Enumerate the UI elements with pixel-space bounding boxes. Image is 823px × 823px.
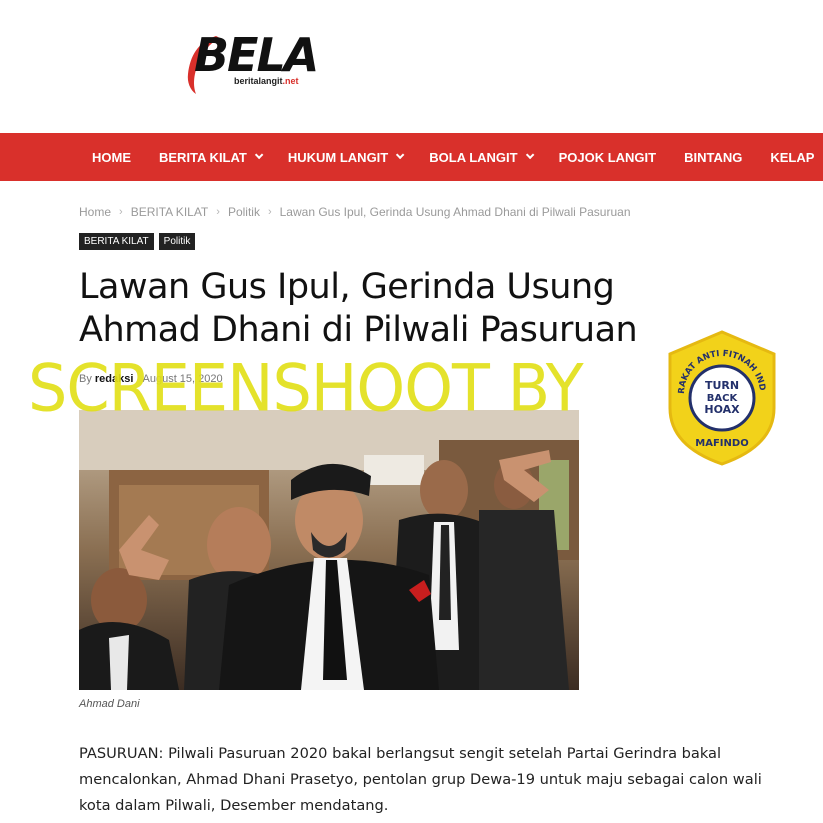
nav-item-berita-kilat[interactable]: BERITA KILAT bbox=[159, 149, 264, 165]
category-tag[interactable]: Politik bbox=[158, 233, 196, 250]
badge-line1: TURN bbox=[705, 379, 739, 392]
image-caption: Ahmad Dani bbox=[79, 698, 140, 710]
main-navbar: HOME BERITA KILAT HUKUM LANGIT BOLA LANGIT P… bbox=[0, 133, 823, 181]
breadcrumb-item[interactable]: Home bbox=[79, 205, 111, 219]
chevron-down-icon bbox=[525, 150, 534, 160]
article-image bbox=[79, 410, 579, 690]
nav-item-label: HOME bbox=[92, 149, 131, 165]
nav-item-label: POJOK LANGIT bbox=[558, 149, 657, 165]
logo-wordmark: BELA bbox=[194, 28, 319, 82]
nav-item-label: KELAP bbox=[770, 149, 815, 165]
nav-item-bola-langit[interactable]: BOLA LANGIT bbox=[429, 149, 534, 165]
breadcrumb-separator-icon: › bbox=[216, 206, 220, 218]
chevron-down-icon bbox=[254, 150, 264, 160]
nav-item-home[interactable]: HOME bbox=[92, 150, 131, 165]
breadcrumb-separator-icon: › bbox=[119, 206, 123, 218]
breadcrumb-item[interactable]: BERITA KILAT bbox=[131, 205, 209, 219]
breadcrumb-separator-icon: › bbox=[267, 206, 272, 218]
badge-line3: HOAX bbox=[704, 403, 740, 416]
nav-item-label: HUKUM LANGIT bbox=[287, 149, 389, 165]
nav-item-label: BERITA KILAT bbox=[159, 149, 247, 165]
badge-bottom: MAFINDO bbox=[695, 438, 748, 449]
nav-item-hukum-langit[interactable]: HUKUM LANGIT bbox=[287, 149, 405, 165]
nav-list: HOME BERITA KILAT HUKUM LANGIT BOLA LANGIT P… bbox=[92, 133, 823, 181]
chevron-down-icon bbox=[396, 150, 405, 160]
breadcrumb-item[interactable]: Politik bbox=[228, 205, 260, 219]
nav-item-label: BINTANG bbox=[684, 149, 743, 165]
article-body: PASURUAN: Pilwali Pasuruan 2020 bakal be… bbox=[79, 745, 762, 814]
article-title: Lawan Gus Ipul, Gerinda Usung Ahmad Dhan… bbox=[79, 267, 638, 350]
nav-item-label: BOLA LANGIT bbox=[429, 149, 518, 165]
category-tag[interactable]: BERITA KILAT bbox=[79, 233, 154, 250]
screenshot-watermark: SCREENSHOOT BY bbox=[28, 349, 584, 427]
breadcrumb-item: Lawan Gus Ipul, Gerinda Usung Ahmad Dhan… bbox=[279, 205, 631, 219]
article-photo-illustration bbox=[79, 410, 579, 690]
category-tags: BERITA KILAT Politik bbox=[79, 233, 196, 250]
logo-subtext: beritalangit.net bbox=[234, 76, 299, 86]
turnbackhoax-shield-icon: MASYARAKAT ANTI FITNAH INDONESIA TURN BA… bbox=[660, 321, 776, 466]
nav-item-bintang[interactable]: BINTANG bbox=[684, 150, 742, 165]
breadcrumb: Home › BERITA KILAT › Politik › Lawan Gus Ipul… bbox=[79, 205, 631, 219]
nav-item-pojok-langit[interactable]: POJOK LANGIT bbox=[559, 150, 657, 165]
nav-item-kelap[interactable]: KELAP bbox=[770, 150, 814, 165]
site-logo[interactable]: BELA beritalangit.net bbox=[186, 28, 319, 94]
mafindo-badge: MASYARAKAT ANTI FITNAH INDONESIA TURN BA… bbox=[660, 321, 780, 468]
